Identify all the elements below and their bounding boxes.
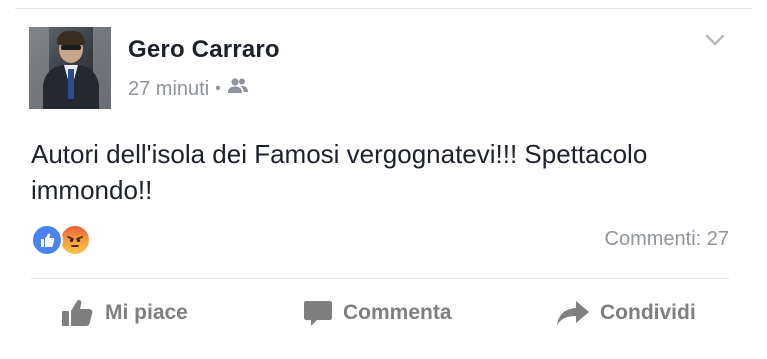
post-message: Autori dell'isola dei Famosi vergognatev… bbox=[31, 136, 741, 208]
post-time[interactable]: 27 minuti bbox=[128, 78, 209, 101]
share-arrow-icon bbox=[556, 299, 590, 327]
like-reaction-icon[interactable] bbox=[31, 224, 63, 256]
post-header: Gero Carraro 27 minuti • bbox=[29, 27, 739, 111]
chevron-down-icon[interactable] bbox=[705, 33, 725, 47]
like-button[interactable]: Mi piace bbox=[61, 290, 188, 336]
like-label: Mi piace bbox=[105, 301, 188, 324]
avatar[interactable] bbox=[29, 27, 111, 109]
comments-count[interactable]: Commenti: 27 bbox=[605, 228, 730, 251]
post-message-line: immondo!! bbox=[31, 175, 153, 205]
post-message-line: Autori dell'isola dei Famosi vergognatev… bbox=[31, 139, 648, 169]
friends-icon[interactable] bbox=[227, 77, 249, 101]
share-label: Condividi bbox=[600, 301, 696, 324]
angry-reaction-icon[interactable] bbox=[59, 224, 91, 256]
author-name[interactable]: Gero Carraro bbox=[128, 36, 280, 64]
post-actions: Mi piace Commenta Condividi bbox=[31, 290, 729, 336]
divider bbox=[31, 278, 729, 279]
comment-label: Commenta bbox=[343, 301, 452, 324]
reactions-row: Commenti: 27 bbox=[31, 223, 729, 259]
share-button[interactable]: Condividi bbox=[556, 290, 696, 336]
post-meta: 27 minuti • bbox=[128, 77, 249, 101]
comment-button[interactable]: Commenta bbox=[303, 290, 452, 336]
comment-icon bbox=[303, 298, 333, 328]
meta-separator: • bbox=[215, 80, 221, 97]
facebook-post: Gero Carraro 27 minuti • Autori dell'iso… bbox=[0, 0, 767, 359]
thumbs-up-icon bbox=[61, 298, 95, 328]
